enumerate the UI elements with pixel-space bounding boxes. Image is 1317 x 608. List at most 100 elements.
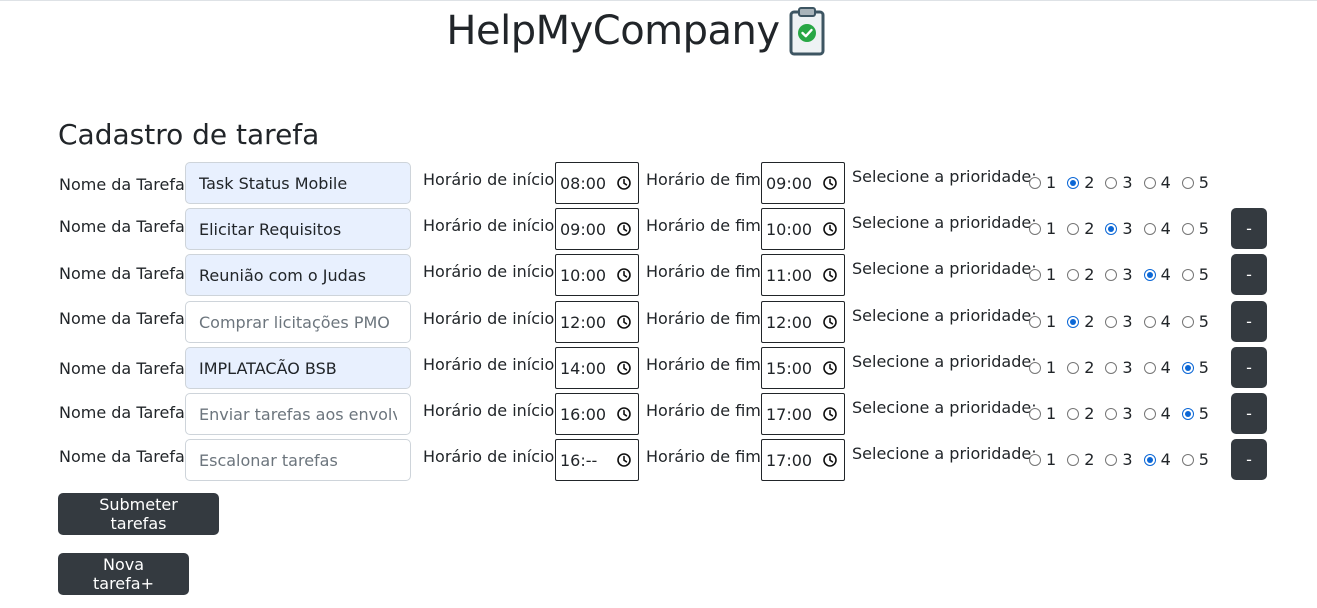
end-time-input[interactable]: 10:00	[761, 208, 845, 250]
priority-option[interactable]: 1	[1029, 175, 1056, 191]
clock-icon[interactable]	[617, 453, 631, 467]
start-time-input[interactable]: 08:00	[555, 162, 639, 204]
clock-icon[interactable]	[823, 268, 837, 282]
clock-icon[interactable]	[617, 361, 631, 375]
priority-radio[interactable]	[1067, 362, 1080, 374]
task-name-input[interactable]	[185, 208, 411, 250]
remove-task-button[interactable]: -	[1231, 347, 1267, 388]
clock-icon[interactable]	[617, 268, 631, 282]
clock-icon[interactable]	[617, 407, 631, 421]
task-name-input[interactable]	[185, 347, 411, 389]
priority-option[interactable]: 3	[1105, 314, 1133, 330]
clock-icon[interactable]	[823, 222, 837, 236]
end-time-input[interactable]: 17:00	[761, 393, 845, 435]
end-time-input[interactable]: 12:00	[761, 301, 845, 343]
priority-radio[interactable]	[1067, 316, 1080, 328]
end-time-input[interactable]: 17:00	[761, 439, 845, 481]
clock-icon[interactable]	[617, 222, 631, 236]
priority-radio[interactable]	[1105, 269, 1118, 281]
task-name-input[interactable]	[185, 254, 411, 296]
priority-radio[interactable]	[1181, 177, 1194, 189]
priority-radio[interactable]	[1105, 454, 1118, 466]
start-time-input[interactable]: 12:00	[555, 301, 639, 343]
priority-radio[interactable]	[1029, 408, 1041, 420]
clock-icon[interactable]	[823, 315, 837, 329]
priority-radio[interactable]	[1143, 362, 1156, 374]
priority-radio[interactable]	[1143, 269, 1156, 281]
priority-radio[interactable]	[1029, 177, 1041, 189]
remove-task-button[interactable]: -	[1231, 254, 1267, 295]
clock-icon[interactable]	[823, 453, 837, 467]
priority-option[interactable]: 4	[1143, 267, 1171, 283]
priority-option[interactable]: 1	[1029, 360, 1056, 376]
priority-radio[interactable]	[1105, 316, 1118, 328]
priority-option[interactable]: 5	[1181, 175, 1209, 191]
priority-radio[interactable]	[1105, 223, 1118, 235]
start-time-input[interactable]: 10:00	[555, 254, 639, 296]
priority-option[interactable]: 3	[1105, 175, 1133, 191]
priority-option[interactable]: 3	[1105, 267, 1133, 283]
priority-radio[interactable]	[1181, 362, 1194, 374]
priority-radio[interactable]	[1181, 269, 1194, 281]
priority-option[interactable]: 1	[1029, 221, 1056, 237]
priority-radio[interactable]	[1067, 223, 1080, 235]
priority-radio[interactable]	[1143, 177, 1156, 189]
clock-icon[interactable]	[823, 361, 837, 375]
priority-option[interactable]: 5	[1181, 406, 1209, 422]
priority-radio[interactable]	[1105, 408, 1118, 420]
priority-option[interactable]: 1	[1029, 452, 1056, 468]
remove-task-button[interactable]: -	[1231, 301, 1267, 342]
new-task-button[interactable]: Nova tarefa+	[58, 553, 189, 595]
priority-radio[interactable]	[1143, 408, 1156, 420]
priority-radio[interactable]	[1143, 316, 1156, 328]
clock-icon[interactable]	[823, 176, 837, 190]
priority-option[interactable]: 5	[1181, 360, 1209, 376]
priority-option[interactable]: 5	[1181, 221, 1209, 237]
task-name-input[interactable]	[185, 162, 411, 204]
remove-task-button[interactable]: -	[1231, 208, 1267, 249]
priority-option[interactable]: 3	[1105, 452, 1133, 468]
task-name-input[interactable]	[185, 439, 411, 481]
priority-radio[interactable]	[1143, 223, 1156, 235]
clock-icon[interactable]	[617, 315, 631, 329]
priority-radio[interactable]	[1181, 223, 1194, 235]
submit-tasks-button[interactable]: Submeter tarefas	[58, 493, 219, 535]
priority-option[interactable]: 1	[1029, 314, 1056, 330]
priority-radio[interactable]	[1181, 408, 1194, 420]
priority-option[interactable]: 4	[1143, 452, 1171, 468]
priority-option[interactable]: 2	[1067, 175, 1094, 191]
priority-radio[interactable]	[1029, 223, 1041, 235]
priority-radio[interactable]	[1029, 269, 1041, 281]
priority-option[interactable]: 1	[1029, 406, 1056, 422]
priority-radio[interactable]	[1181, 454, 1194, 466]
clock-icon[interactable]	[823, 407, 837, 421]
task-name-input[interactable]	[185, 301, 411, 343]
priority-option[interactable]: 2	[1067, 221, 1094, 237]
start-time-input[interactable]: 09:00	[555, 208, 639, 250]
priority-option[interactable]: 2	[1067, 314, 1094, 330]
priority-radio[interactable]	[1029, 316, 1041, 328]
priority-option[interactable]: 3	[1105, 406, 1133, 422]
priority-option[interactable]: 3	[1105, 360, 1133, 376]
priority-option[interactable]: 4	[1143, 175, 1171, 191]
start-time-input[interactable]: 14:00	[555, 347, 639, 389]
priority-option[interactable]: 2	[1067, 360, 1094, 376]
priority-option[interactable]: 5	[1181, 314, 1209, 330]
priority-option[interactable]: 5	[1181, 452, 1209, 468]
end-time-input[interactable]: 09:00	[761, 162, 845, 204]
priority-radio[interactable]	[1181, 316, 1194, 328]
end-time-input[interactable]: 11:00	[761, 254, 845, 296]
priority-option[interactable]: 4	[1143, 360, 1171, 376]
priority-radio[interactable]	[1067, 269, 1080, 281]
priority-radio[interactable]	[1105, 177, 1118, 189]
priority-option[interactable]: 1	[1029, 267, 1056, 283]
start-time-input[interactable]: 16:--	[555, 439, 639, 481]
priority-radio[interactable]	[1067, 177, 1080, 189]
remove-task-button[interactable]: -	[1231, 393, 1267, 434]
start-time-input[interactable]: 16:00	[555, 393, 639, 435]
priority-option[interactable]: 2	[1067, 267, 1094, 283]
priority-radio[interactable]	[1029, 362, 1041, 374]
task-name-input[interactable]	[185, 393, 411, 435]
priority-radio[interactable]	[1067, 454, 1080, 466]
end-time-input[interactable]: 15:00	[761, 347, 845, 389]
